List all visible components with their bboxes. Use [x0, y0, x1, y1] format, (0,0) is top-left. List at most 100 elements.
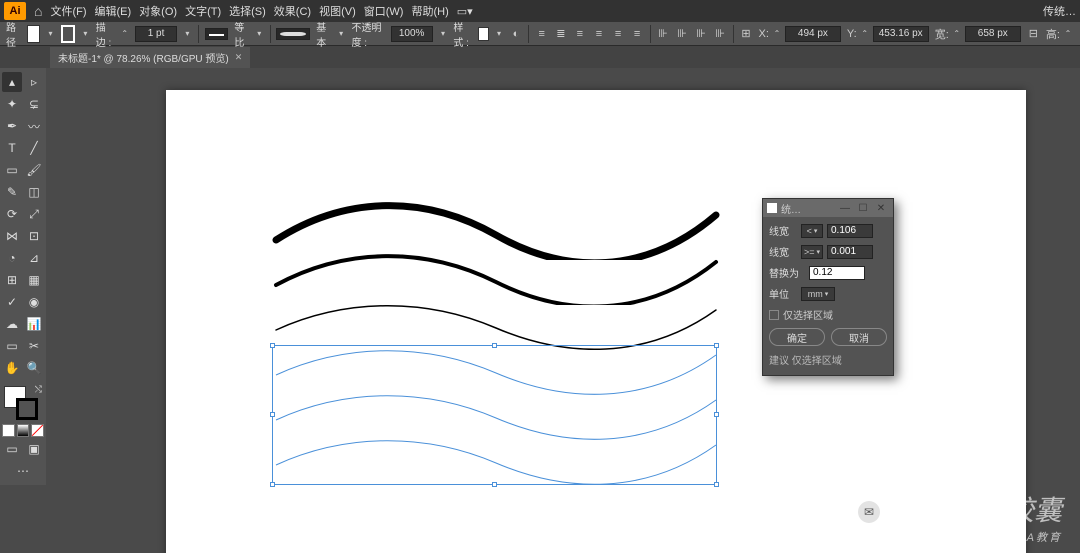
hand-tool[interactable]: ✋: [2, 358, 22, 378]
cancel-button[interactable]: 取消: [831, 328, 887, 346]
stroke-preview[interactable]: [205, 28, 229, 40]
maximize-icon[interactable]: ☐: [855, 201, 871, 215]
mesh-tool[interactable]: ⊞: [2, 270, 22, 290]
perspective-tool[interactable]: ⊿: [24, 248, 44, 268]
selection-only-checkbox[interactable]: [769, 310, 779, 320]
link-icon[interactable]: ⌃: [859, 26, 871, 42]
menu-select[interactable]: 选择(S): [229, 3, 266, 19]
home-icon[interactable]: ⌂: [34, 3, 42, 19]
direct-selection-tool[interactable]: ▹: [24, 72, 44, 92]
curvature-tool[interactable]: 〰: [24, 116, 44, 136]
align-top-icon[interactable]: ≡: [592, 25, 605, 43]
screen-mode-full[interactable]: ▣: [24, 439, 44, 459]
graph-tool[interactable]: 📊: [24, 314, 44, 334]
menu-effect[interactable]: 效果(C): [274, 3, 311, 19]
rectangle-tool[interactable]: ▭: [2, 160, 22, 180]
handle-bl[interactable]: [270, 482, 275, 487]
solid-color-mode[interactable]: [2, 424, 15, 437]
fill-swatch[interactable]: [27, 25, 41, 43]
artboard-tool[interactable]: ▭: [2, 336, 22, 356]
close-icon[interactable]: ✕: [873, 201, 889, 215]
width-value-1[interactable]: [827, 224, 873, 238]
distribute-icon[interactable]: ⊪: [714, 25, 727, 43]
align-left-icon[interactable]: ≡: [535, 25, 548, 43]
brush-dropdown-icon[interactable]: ▾: [337, 26, 346, 42]
dialog-titlebar[interactable]: 统… — ☐ ✕: [763, 199, 893, 217]
lasso-tool[interactable]: ⊊: [24, 94, 44, 114]
menu-file[interactable]: 文件(F): [50, 3, 86, 19]
stroke-link-icon[interactable]: ⌃: [120, 26, 129, 42]
align-middle-icon[interactable]: ≡: [612, 25, 625, 43]
rotate-tool[interactable]: ⟳: [2, 204, 22, 224]
selection-tool[interactable]: ▴: [2, 72, 22, 92]
handle-tl[interactable]: [270, 343, 275, 348]
document-tab[interactable]: 未标题-1* @ 78.26% (RGB/GPU 预览) ✕: [50, 47, 250, 68]
paintbrush-tool[interactable]: 🖌: [24, 160, 44, 180]
menu-type[interactable]: 文字(T): [185, 3, 221, 19]
unit-dropdown[interactable]: mm▾: [801, 287, 835, 301]
fill-dropdown-icon[interactable]: ▾: [46, 26, 55, 42]
menu-object[interactable]: 对象(O): [139, 3, 177, 19]
menu-layout-icon[interactable]: ▭▾: [457, 5, 473, 18]
minimize-icon[interactable]: —: [837, 201, 853, 215]
ok-button[interactable]: 确定: [769, 328, 825, 346]
link-icon[interactable]: ⌃: [771, 26, 783, 42]
eyedropper-tool[interactable]: ✓: [2, 292, 22, 312]
app-logo[interactable]: Ai: [4, 2, 26, 20]
gradient-tool[interactable]: ▦: [24, 270, 44, 290]
line-tool[interactable]: ╱: [24, 138, 44, 158]
stroke-width-dialog[interactable]: 统… — ☐ ✕ 线宽 <▾ 线宽 >=▾ 替换为 单位 mm▾ 仅选择区域: [762, 198, 894, 376]
handle-tr[interactable]: [714, 343, 719, 348]
zoom-tool[interactable]: 🔍: [24, 358, 44, 378]
distribute-icon[interactable]: ⊪: [656, 25, 669, 43]
y-input[interactable]: [873, 26, 929, 42]
stroke-swatch[interactable]: [61, 25, 75, 43]
blend-tool[interactable]: ◉: [24, 292, 44, 312]
stroke-color[interactable]: [16, 398, 38, 420]
stroke-weight-dropdown-icon[interactable]: ▾: [183, 26, 192, 42]
handle-bc[interactable]: [492, 482, 497, 487]
swap-colors-icon[interactable]: ⤭: [35, 384, 42, 395]
transform-icon[interactable]: ⊞: [739, 25, 752, 43]
align-right-icon[interactable]: ≡: [573, 25, 586, 43]
handle-mr[interactable]: [714, 412, 719, 417]
operator-dropdown-1[interactable]: <▾: [801, 224, 823, 238]
link-icon[interactable]: ⌃: [1062, 26, 1074, 42]
width-value-2[interactable]: [827, 245, 873, 259]
menu-window[interactable]: 窗口(W): [364, 3, 404, 19]
screen-mode-normal[interactable]: ▭: [2, 439, 22, 459]
style-dropdown-icon[interactable]: ▾: [495, 26, 504, 42]
menu-view[interactable]: 视图(V): [319, 3, 356, 19]
stroke-weight-input[interactable]: [135, 26, 177, 42]
width-tool[interactable]: ⋈: [2, 226, 22, 246]
stroke-dropdown-icon[interactable]: ▾: [81, 26, 90, 42]
link-icon[interactable]: ⌃: [951, 26, 963, 42]
handle-br[interactable]: [714, 482, 719, 487]
align-center-icon[interactable]: ≣: [554, 25, 567, 43]
color-control[interactable]: ⤭: [2, 384, 44, 420]
none-mode[interactable]: [31, 424, 44, 437]
document-setup-icon[interactable]: ◐: [509, 25, 522, 43]
opacity-input[interactable]: [391, 26, 433, 42]
free-transform-tool[interactable]: ⊡: [24, 226, 44, 246]
scale-tool[interactable]: ⤢: [24, 204, 44, 224]
close-icon[interactable]: ✕: [235, 52, 243, 63]
canvas-area[interactable]: [46, 68, 1080, 553]
brush-preview[interactable]: [276, 28, 310, 40]
distribute-icon[interactable]: ⊪: [695, 25, 708, 43]
magic-wand-tool[interactable]: ✦: [2, 94, 22, 114]
workspace-switcher[interactable]: 传统…: [1043, 3, 1076, 19]
menu-help[interactable]: 帮助(H): [411, 3, 448, 19]
profile-dropdown-icon[interactable]: ▾: [255, 26, 264, 42]
eraser-tool[interactable]: ◫: [24, 182, 44, 202]
shape-builder-tool[interactable]: ◔: [2, 248, 22, 268]
align-bottom-icon[interactable]: ≡: [631, 25, 644, 43]
distribute-icon[interactable]: ⊪: [675, 25, 688, 43]
replace-input[interactable]: [809, 266, 865, 280]
gradient-mode[interactable]: [17, 424, 30, 437]
w-input[interactable]: [965, 26, 1021, 42]
pen-tool[interactable]: ✒: [2, 116, 22, 136]
style-swatch[interactable]: [478, 27, 489, 41]
x-input[interactable]: [785, 26, 841, 42]
handle-ml[interactable]: [270, 412, 275, 417]
